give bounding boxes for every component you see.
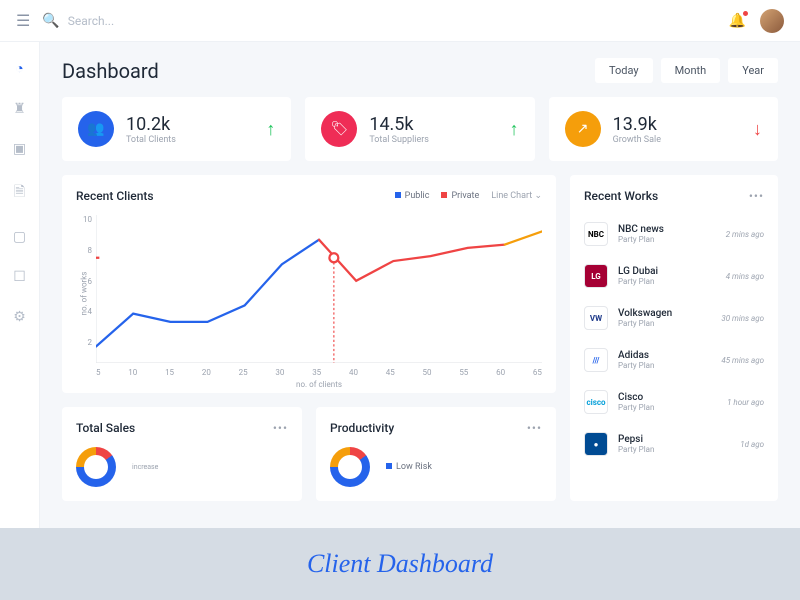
- work-sub: Party Plan: [618, 319, 711, 328]
- work-sub: Party Plan: [618, 403, 717, 412]
- stat-card-suppliers[interactable]: 🏷 14.5k Total Suppliers ↑: [305, 97, 534, 161]
- work-item[interactable]: NBC NBC newsParty Plan 2 mins ago: [584, 215, 764, 253]
- clients-icon: 👥: [78, 111, 114, 147]
- x-axis-label: no. of clients: [296, 380, 342, 389]
- chart-type-select[interactable]: Line Chart ⌄: [491, 191, 542, 201]
- arrow-up-icon: ↑: [266, 119, 275, 140]
- time-btn-year[interactable]: Year: [728, 58, 778, 83]
- work-logo: ●: [584, 432, 608, 456]
- work-time: 30 mins ago: [721, 314, 764, 323]
- arrow-down-icon: ↓: [753, 119, 762, 140]
- time-filters: Today Month Year: [595, 58, 778, 83]
- work-item[interactable]: cisco CiscoParty Plan 1 hour ago: [584, 383, 764, 421]
- stat-value: 13.9k: [613, 114, 741, 135]
- work-time: 2 mins ago: [726, 230, 764, 239]
- work-sub: Party Plan: [618, 235, 716, 244]
- work-name: Adidas: [618, 350, 711, 361]
- work-name: Pepsi: [618, 434, 730, 445]
- card-title: Productivity: [330, 421, 394, 435]
- work-name: NBC news: [618, 224, 716, 235]
- footer: Client Dashboard: [0, 528, 800, 600]
- sidebar-item-calendar[interactable]: ▢: [13, 229, 26, 245]
- stat-card-growth[interactable]: ↗ 13.9k Growth Sale ↓: [549, 97, 778, 161]
- arrow-up-icon: ↑: [510, 119, 519, 140]
- productivity-donut: [330, 447, 370, 487]
- bell-icon[interactable]: 🔔: [729, 13, 746, 29]
- total-sales-card: Total Sales ••• increase: [62, 407, 302, 501]
- menu-toggle-icon[interactable]: ☰: [16, 11, 30, 30]
- stat-value: 10.2k: [126, 114, 254, 135]
- search-icon: 🔍: [42, 13, 59, 29]
- legend-private: Private: [441, 191, 479, 201]
- work-logo: VW: [584, 306, 608, 330]
- productivity-card: Productivity ••• Low Risk: [316, 407, 556, 501]
- stat-label: Growth Sale: [613, 135, 741, 145]
- sidebar-item-reports[interactable]: ▣: [13, 141, 26, 157]
- more-icon[interactable]: •••: [273, 421, 288, 435]
- card-title: Total Sales: [76, 421, 135, 435]
- sidebar-item-settings[interactable]: ⚙: [13, 309, 26, 325]
- work-item[interactable]: LG LG DubaiParty Plan 4 mins ago: [584, 257, 764, 295]
- recent-works-card: Recent Works ••• NBCNBC newsParty Plan2 …: [570, 175, 778, 501]
- avatar[interactable]: [760, 9, 784, 33]
- suppliers-icon: 🏷: [321, 111, 357, 147]
- work-name: Cisco: [618, 392, 717, 403]
- work-time: 1d ago: [740, 440, 764, 449]
- growth-icon: ↗: [565, 111, 601, 147]
- work-time: 45 mins ago: [721, 356, 764, 365]
- card-title: Recent Works: [584, 189, 658, 203]
- work-item[interactable]: ● PepsiParty Plan 1d ago: [584, 425, 764, 463]
- more-icon[interactable]: •••: [527, 421, 542, 435]
- legend-lowrisk: Low Risk: [386, 462, 432, 472]
- footer-title: Client Dashboard: [307, 549, 493, 579]
- search-input[interactable]: [68, 14, 268, 28]
- time-btn-month[interactable]: Month: [661, 58, 721, 83]
- sidebar-item-dashboard[interactable]: ◔: [15, 60, 23, 77]
- stat-label: Total Clients: [126, 135, 254, 145]
- line-chart: no. of works 108642 51015202530354045505…: [96, 215, 542, 363]
- work-logo: cisco: [584, 390, 608, 414]
- work-logo: LG: [584, 264, 608, 288]
- work-logo: ///: [584, 348, 608, 372]
- search-wrap: 🔍: [42, 13, 728, 29]
- page-title: Dashboard: [62, 59, 159, 83]
- sidebar: ◔ ♜ ▣ 🗎 ▢ ☐ ⚙: [0, 42, 40, 600]
- sidebar-item-files[interactable]: 🗎: [14, 181, 25, 205]
- more-icon[interactable]: •••: [749, 189, 764, 203]
- time-btn-today[interactable]: Today: [595, 58, 653, 83]
- work-sub: Party Plan: [618, 361, 711, 370]
- legend-public: Public: [395, 191, 430, 201]
- work-name: Volkswagen: [618, 308, 711, 319]
- card-title: Recent Clients: [76, 189, 154, 203]
- work-item[interactable]: VW VolkswagenParty Plan 30 mins ago: [584, 299, 764, 337]
- stat-label: Total Suppliers: [369, 135, 497, 145]
- stat-value: 14.5k: [369, 114, 497, 135]
- work-logo: NBC: [584, 222, 608, 246]
- work-sub: Party Plan: [618, 277, 716, 286]
- sales-donut: [76, 447, 116, 487]
- work-time: 1 hour ago: [727, 398, 764, 407]
- recent-clients-card: Recent Clients Public Private Line Chart…: [62, 175, 556, 393]
- sidebar-item-users[interactable]: ☐: [13, 269, 26, 285]
- work-item[interactable]: /// AdidasParty Plan 45 mins ago: [584, 341, 764, 379]
- sales-sublabel: increase: [132, 463, 158, 471]
- work-sub: Party Plan: [618, 445, 730, 454]
- stat-card-clients[interactable]: 👥 10.2k Total Clients ↑: [62, 97, 291, 161]
- work-name: LG Dubai: [618, 266, 716, 277]
- work-time: 4 mins ago: [726, 272, 764, 281]
- sidebar-item-clients[interactable]: ♜: [13, 101, 26, 117]
